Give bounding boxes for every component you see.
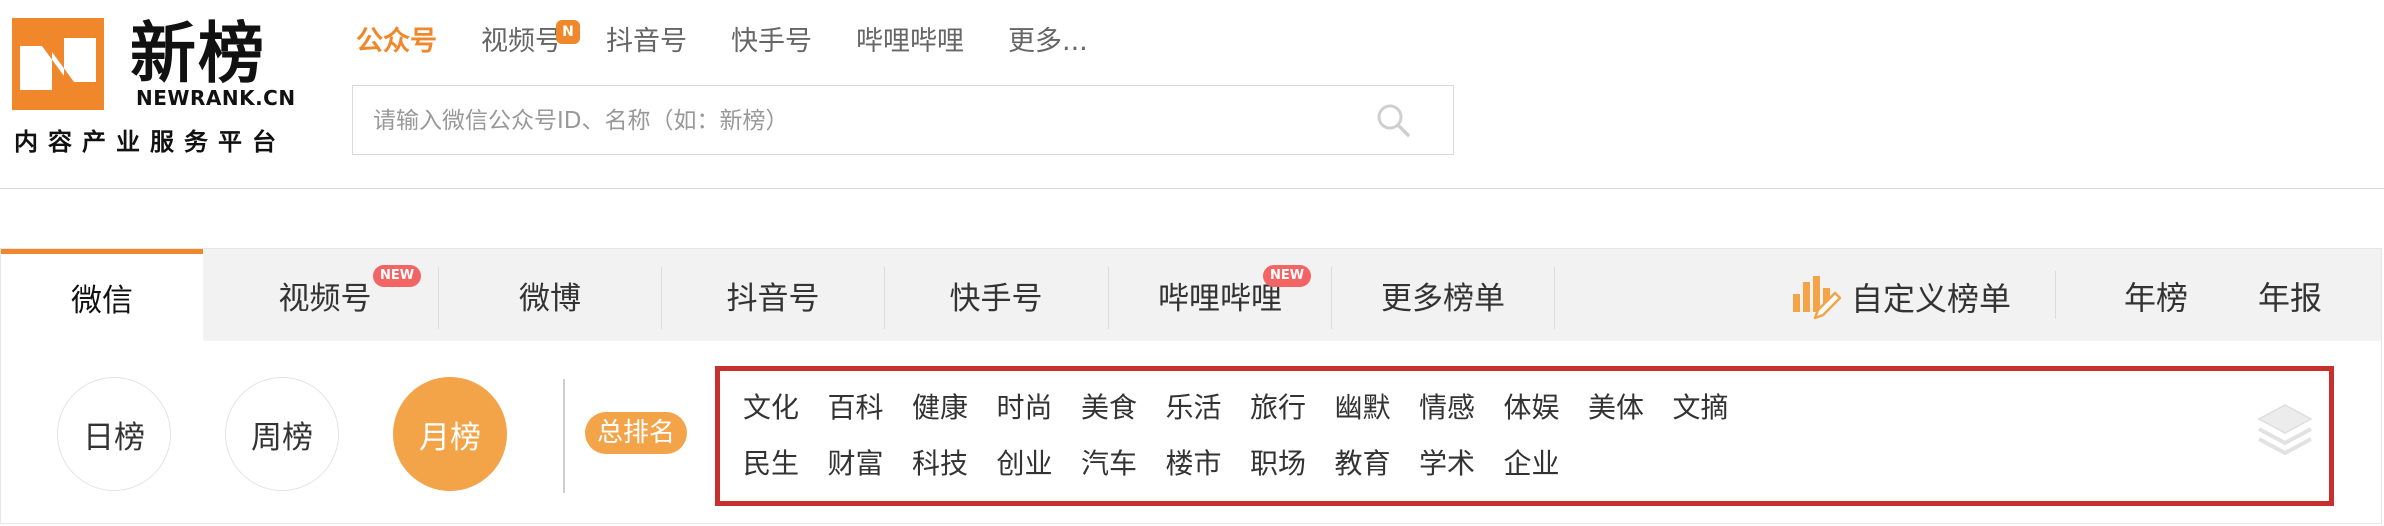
logo[interactable]: 新榜 NEWRANK.CN 内容产业服务平台	[12, 15, 295, 158]
total-rank-button[interactable]: 总排名	[585, 412, 688, 454]
search-box	[352, 85, 1454, 156]
topnav-wechat[interactable]: 公众号	[356, 22, 437, 62]
tab-label: 视频号	[278, 280, 372, 317]
custom-rank-label: 自定义榜单	[1851, 280, 2012, 318]
category-item[interactable]: 百科	[828, 386, 884, 426]
category-item[interactable]: 体娱	[1504, 386, 1560, 426]
topnav-label: 快手号	[731, 26, 812, 57]
category-item[interactable]: 乐活	[1166, 386, 1222, 426]
category-item[interactable]: 学术	[1419, 442, 1475, 482]
new-badge: N	[556, 20, 580, 44]
tab-video[interactable]: 视频号	[215, 249, 435, 341]
category-item[interactable]: 文化	[743, 386, 799, 426]
tab-label: 微博	[519, 280, 581, 317]
period-label: 周榜	[251, 419, 313, 456]
category-selector: 文化 百科 健康 时尚 美食 乐活 旅行 幽默 情感 体娱 美体 文摘民生 财富 科技 创业 汽车 楼市 职场 教育…	[715, 366, 2334, 506]
period-label: 月榜	[419, 419, 481, 456]
topnav-douyin[interactable]: 抖音号	[606, 22, 687, 62]
tab-label: 抖音号	[726, 280, 820, 317]
category-item[interactable]: 汽车	[1081, 442, 1137, 482]
category-item[interactable]: 财富	[828, 442, 884, 482]
category-item[interactable]: 教育	[1335, 442, 1391, 482]
newrank-logo-icon	[12, 18, 104, 110]
tab-label: 更多榜单	[1381, 280, 1505, 317]
layers-icon[interactable]	[2253, 397, 2317, 461]
topnav-kuaishou[interactable]: 快手号	[731, 22, 812, 62]
chart-pencil-icon	[1793, 276, 1841, 320]
tab-label: 快手号	[949, 280, 1043, 317]
rank-panel: 微信 视频号 NEW 微博 抖音号 快手号 哔哩哔哩 NEW 更多榜单 自定义榜…	[0, 248, 2382, 524]
period-weekly-button[interactable]: 周榜	[225, 377, 339, 491]
tab-wechat[interactable]: 微信	[1, 249, 203, 341]
category-item[interactable]: 职场	[1250, 442, 1306, 482]
topnav-label: 抖音号	[606, 26, 687, 57]
category-item[interactable]: 时尚	[997, 386, 1053, 426]
category-item[interactable]: 创业	[997, 442, 1053, 482]
category-item[interactable]: 健康	[912, 386, 968, 426]
tab-douyin[interactable]: 抖音号	[662, 249, 884, 341]
header-divider	[0, 188, 2384, 189]
period-monthly-button[interactable]: 月榜	[393, 377, 507, 491]
yearly-rank-link[interactable]: 年榜	[2124, 273, 2188, 319]
category-item[interactable]: 美体	[1588, 386, 1644, 426]
custom-rank-button[interactable]: 自定义榜单	[1791, 269, 2011, 325]
category-item[interactable]: 楼市	[1166, 442, 1222, 482]
tab-divider	[1554, 267, 1555, 329]
period-divider	[563, 379, 565, 493]
category-item[interactable]: 幽默	[1335, 386, 1391, 426]
platform-tabs: 微信 视频号 NEW 微博 抖音号 快手号 哔哩哔哩 NEW 更多榜单 自定义榜…	[1, 249, 2381, 341]
tab-weibo[interactable]: 微博	[439, 249, 661, 341]
logo-name-en: NEWRANK.CN	[136, 86, 296, 110]
category-item[interactable]: 文摘	[1673, 386, 1729, 426]
category-item[interactable]: 美食	[1081, 386, 1137, 426]
topnav-video[interactable]: 视频号 N	[481, 20, 580, 62]
yearly-report-link[interactable]: 年报	[2258, 273, 2322, 319]
tool-divider	[2055, 271, 2056, 319]
topnav-label: 公众号	[356, 26, 437, 57]
tab-label: 微信	[71, 283, 133, 319]
search-icon[interactable]	[1375, 102, 1411, 138]
tab-kuaishou[interactable]: 快手号	[885, 249, 1107, 341]
category-item[interactable]: 民生	[743, 442, 799, 482]
new-badge: NEW	[1263, 265, 1312, 287]
category-item[interactable]: 情感	[1419, 386, 1475, 426]
tab-bilibili[interactable]: 哔哩哔哩	[1109, 249, 1331, 341]
tab-more-ranks[interactable]: 更多榜单	[1332, 249, 1554, 341]
new-badge: NEW	[373, 265, 422, 287]
period-daily-button[interactable]: 日榜	[57, 377, 171, 491]
search-input[interactable]	[371, 86, 1375, 156]
topnav-bilibili[interactable]: 哔哩哔哩	[856, 22, 964, 62]
topnav-label: 更多...	[1008, 26, 1088, 57]
topnav-more[interactable]: 更多...	[1008, 22, 1088, 62]
topnav-label: 视频号	[481, 26, 562, 57]
category-item[interactable]: 旅行	[1250, 386, 1306, 426]
logo-name-zh: 新榜	[130, 15, 266, 92]
category-item[interactable]: 企业	[1504, 442, 1560, 482]
top-nav: 公众号 视频号 N 抖音号 快手号 哔哩哔哩 更多...	[356, 20, 1132, 62]
logo-tagline: 内容产业服务平台	[14, 128, 286, 156]
category-item[interactable]: 科技	[912, 442, 968, 482]
topnav-label: 哔哩哔哩	[856, 26, 964, 57]
period-label: 日榜	[83, 419, 145, 456]
